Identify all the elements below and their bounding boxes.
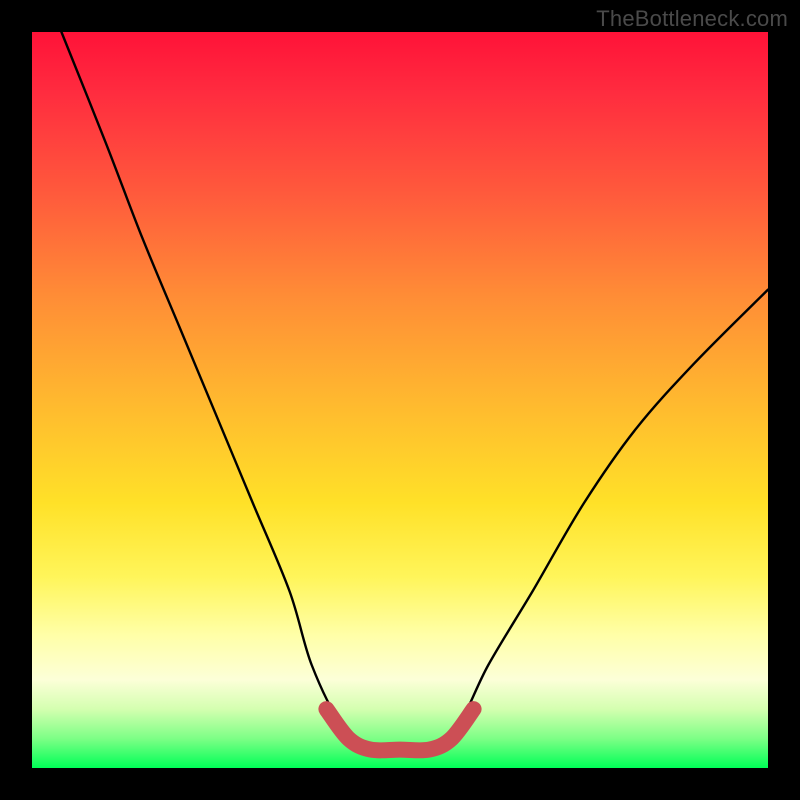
black-curve xyxy=(61,32,768,748)
chart-frame: TheBottleneck.com xyxy=(0,0,800,800)
plot-area xyxy=(32,32,768,768)
curve-layer xyxy=(32,32,768,768)
red-trough xyxy=(326,709,473,750)
watermark-text: TheBottleneck.com xyxy=(596,6,788,32)
